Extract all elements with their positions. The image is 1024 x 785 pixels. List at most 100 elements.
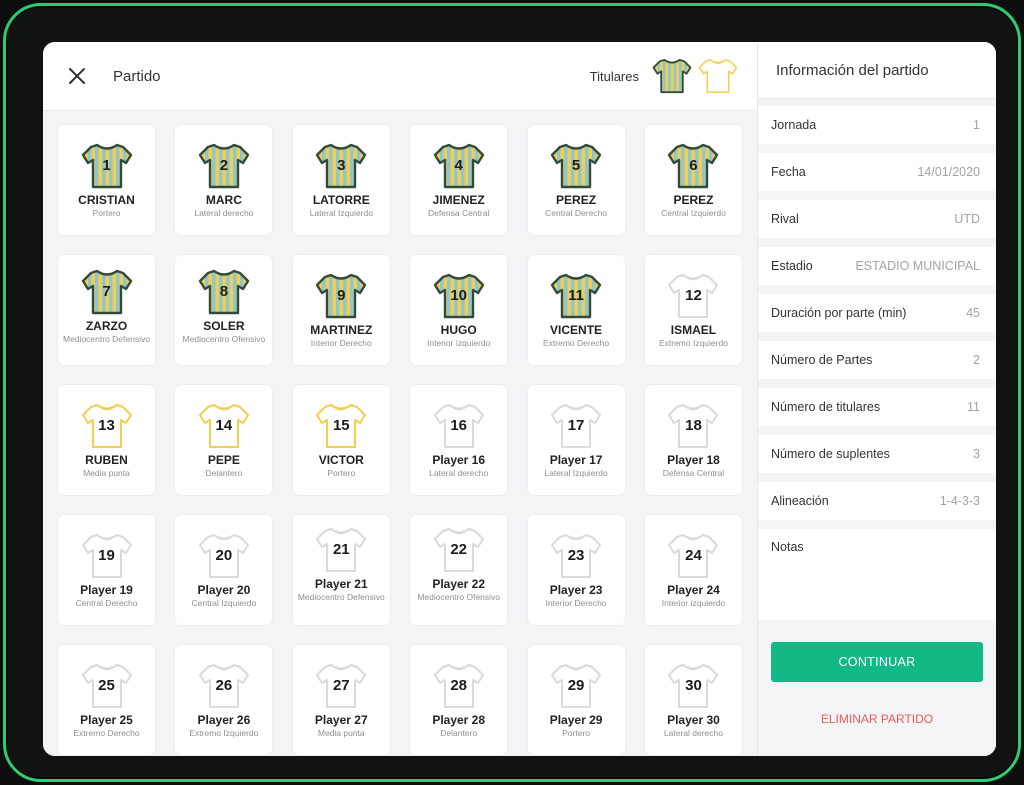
player-name: Player 16 bbox=[432, 453, 486, 467]
shirt-icon: 12 bbox=[667, 271, 719, 321]
player-card[interactable]: 24 Player 24 Interior izquierdo bbox=[644, 515, 742, 625]
player-card[interactable]: 21 Player 21 Mediocentro Defensivo bbox=[292, 515, 390, 625]
shirt-icon: 22 bbox=[433, 525, 485, 575]
player-name: JIMENEZ bbox=[432, 193, 485, 207]
player-position: Extremo Derecho bbox=[542, 338, 610, 348]
shirt-number: 28 bbox=[450, 677, 468, 694]
shirt-icon: 28 bbox=[433, 661, 485, 711]
info-value: 14/01/2020 bbox=[917, 165, 980, 179]
player-card[interactable]: 5 PEREZ Central Derecho bbox=[527, 125, 625, 235]
player-position: Media punta bbox=[83, 468, 130, 478]
player-name: Player 23 bbox=[549, 583, 603, 597]
player-card[interactable]: 11 VICENTE Extremo Derecho bbox=[527, 255, 625, 365]
notes-field[interactable]: Notas bbox=[758, 529, 996, 620]
info-row[interactable]: Rival UTD bbox=[758, 200, 996, 238]
shirt-number: 13 bbox=[98, 417, 115, 434]
player-card[interactable]: 19 Player 19 Central Derecho bbox=[58, 515, 155, 625]
info-label: Duración por parte (min) bbox=[771, 306, 907, 320]
player-card[interactable]: 3 LATORRE Lateral Izquierdo bbox=[292, 125, 390, 235]
player-card[interactable]: 25 Player 25 Extremo Derecho bbox=[58, 645, 155, 755]
player-name: Player 24 bbox=[667, 583, 720, 597]
starter-kit-swatch[interactable] bbox=[651, 55, 693, 97]
player-position: Portero bbox=[562, 728, 590, 738]
player-card[interactable]: 7 ZARZO Mediocentro Defensivo bbox=[58, 255, 155, 365]
player-card[interactable]: 18 Player 18 Defensa Central bbox=[644, 385, 742, 495]
info-row[interactable]: Duración por parte (min) 45 bbox=[758, 294, 996, 332]
shirt-icon: 5 bbox=[550, 141, 602, 191]
player-card[interactable]: 2 MARC Lateral derecho bbox=[175, 125, 273, 235]
delete-match-button[interactable]: ELIMINAR PARTIDO bbox=[758, 712, 996, 726]
player-card[interactable]: 30 Player 30 Lateral derecho bbox=[644, 645, 742, 755]
player-name: Player 30 bbox=[667, 713, 720, 727]
shirt-number: 6 bbox=[689, 157, 698, 174]
info-row[interactable]: Número de suplentes 3 bbox=[758, 435, 996, 473]
player-name: ZARZO bbox=[85, 319, 128, 333]
player-card[interactable]: 22 Player 22 Mediocentro Ofensivo bbox=[410, 515, 508, 625]
player-card[interactable]: 14 PEPE Delantero bbox=[175, 385, 273, 495]
sub-kit-swatch[interactable] bbox=[697, 55, 739, 97]
shirt-icon: 1 bbox=[81, 141, 133, 191]
player-card[interactable]: 17 Player 17 Lateral Izquierdo bbox=[527, 385, 625, 495]
player-card[interactable]: 8 SOLER Mediocentro Ofensivo bbox=[175, 255, 273, 365]
player-name: Player 17 bbox=[549, 453, 603, 467]
player-card[interactable]: 6 PEREZ Central Izquierdo bbox=[644, 125, 742, 235]
player-card[interactable]: 16 Player 16 Lateral derecho bbox=[410, 385, 508, 495]
player-position: Central Derecho bbox=[75, 598, 138, 608]
player-position: Portero bbox=[327, 468, 356, 478]
info-row[interactable]: Jornada 1 bbox=[758, 106, 996, 144]
info-row[interactable]: Alineación 1-4-3-3 bbox=[758, 482, 996, 520]
player-position: Interior izquierdo bbox=[427, 338, 491, 348]
info-value: 3 bbox=[973, 447, 980, 461]
info-label: Alineación bbox=[771, 494, 829, 508]
player-card[interactable]: 27 Player 27 Media punta bbox=[292, 645, 390, 755]
player-card[interactable]: 26 Player 26 Extremo Izquierdo bbox=[175, 645, 273, 755]
player-card[interactable]: 20 Player 20 Central Izquierdo bbox=[175, 515, 273, 625]
player-card[interactable]: 9 MARTINEZ Interior Derecho bbox=[292, 255, 390, 365]
shirt-icon: 9 bbox=[315, 271, 367, 321]
player-card[interactable]: 13 RUBEN Media punta bbox=[58, 385, 155, 495]
shirt-number: 3 bbox=[337, 157, 346, 174]
player-card[interactable]: 1 CRISTIAN Portero bbox=[58, 125, 155, 235]
shirt-icon: 8 bbox=[198, 267, 250, 317]
shirt-icon: 15 bbox=[315, 401, 367, 451]
player-name: Player 25 bbox=[80, 713, 133, 727]
shirt-icon: 29 bbox=[550, 661, 602, 711]
close-icon[interactable] bbox=[65, 64, 89, 88]
info-label: Fecha bbox=[771, 165, 806, 179]
shirt-number: 7 bbox=[102, 283, 111, 300]
player-card[interactable]: 4 JIMENEZ Defensa Central bbox=[410, 125, 508, 235]
player-card[interactable]: 28 Player 28 Delantero bbox=[410, 645, 508, 755]
info-value: UTD bbox=[954, 212, 980, 226]
info-value: ESTADIO MUNICIPAL bbox=[855, 259, 980, 273]
player-position: Defensa Central bbox=[427, 208, 490, 218]
info-row[interactable]: Número de titulares 11 bbox=[758, 388, 996, 426]
shirt-icon: 25 bbox=[81, 661, 133, 711]
player-card[interactable]: 23 Player 23 Interior Derecho bbox=[527, 515, 625, 625]
player-card[interactable]: 15 VICTOR Portero bbox=[292, 385, 390, 495]
shirt-number: 5 bbox=[571, 157, 581, 174]
player-name: MARC bbox=[205, 193, 242, 207]
shirt-number: 20 bbox=[215, 547, 233, 564]
player-card[interactable]: 12 ISMAEL Extremo Izquierdo bbox=[644, 255, 742, 365]
info-row[interactable]: Fecha 14/01/2020 bbox=[758, 153, 996, 191]
info-row[interactable]: Estadio ESTADIO MUNICIPAL bbox=[758, 247, 996, 285]
shirt-icon: 17 bbox=[550, 401, 602, 451]
player-position: Central Derecho bbox=[545, 208, 607, 218]
player-name: PEREZ bbox=[556, 193, 597, 207]
shirt-number: 27 bbox=[332, 677, 350, 694]
player-position: Lateral derecho bbox=[663, 728, 723, 738]
continue-button[interactable]: CONTINUAR bbox=[771, 642, 983, 682]
player-position: Interior Derecho bbox=[310, 338, 372, 348]
players-grid: 1 CRISTIAN Portero 2 MARC Lateral derecho 3L… bbox=[58, 125, 742, 755]
player-position: Mediocentro Ofensivo bbox=[182, 334, 266, 344]
player-name: VICENTE bbox=[550, 323, 603, 337]
player-position: Delantero bbox=[205, 468, 243, 478]
match-info-title: Información del partido bbox=[758, 42, 996, 99]
player-card[interactable]: 29 Player 29 Portero bbox=[527, 645, 625, 755]
shirt-number: 4 bbox=[454, 157, 463, 174]
player-position: Lateral Izquierdo bbox=[309, 208, 373, 218]
shirt-icon: 4 bbox=[433, 141, 485, 191]
player-card[interactable]: 10 HUGO Interior izquierdo bbox=[410, 255, 508, 365]
shirt-icon: 20 bbox=[198, 531, 250, 581]
info-row[interactable]: Número de Partes 2 bbox=[758, 341, 996, 379]
